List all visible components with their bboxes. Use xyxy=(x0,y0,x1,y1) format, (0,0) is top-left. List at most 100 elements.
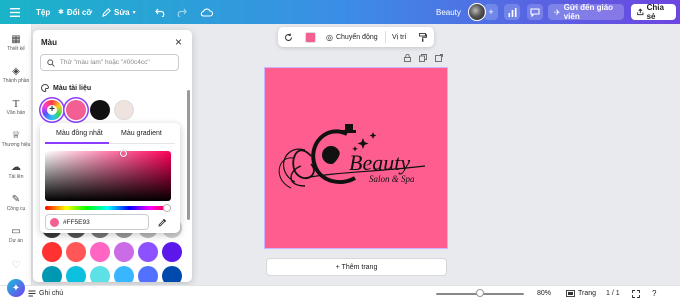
palette-color-swatch[interactable] xyxy=(42,266,62,282)
folder-icon: ▭ xyxy=(11,226,21,237)
saturation-value-area[interactable] xyxy=(45,151,171,201)
sidebar-item-elements[interactable]: ◈ Thành phần xyxy=(0,66,32,85)
redo-icon[interactable] xyxy=(176,0,187,24)
close-icon[interactable]: × xyxy=(175,35,182,49)
layout-icon: ▦ xyxy=(11,34,21,45)
file-menu[interactable]: Tệp xyxy=(36,0,50,24)
lock-icon[interactable] xyxy=(404,53,411,64)
palette-color-swatch[interactable] xyxy=(90,242,110,262)
animate-button[interactable]: ◎ Chuyển động xyxy=(326,27,378,47)
hamburger-icon[interactable] xyxy=(10,0,20,24)
resize-icon: ✱ xyxy=(58,9,64,16)
tools-icon: ✎ xyxy=(11,194,21,205)
apps-icon: ♡ xyxy=(11,260,21,271)
sidebar-item-tools[interactable]: ✎ Công cụ xyxy=(0,194,32,213)
fullscreen-icon[interactable] xyxy=(632,286,640,300)
send-to-teacher-button[interactable]: ✈ Gửi đến giáo viên xyxy=(548,3,624,21)
text-icon: T xyxy=(12,98,20,110)
panel-scrollbar[interactable] xyxy=(187,90,190,220)
palette-color-swatch[interactable] xyxy=(66,242,86,262)
canvas-scrollbar[interactable] xyxy=(668,27,671,297)
send-icon: ✈ xyxy=(554,7,561,17)
sidebar-item-label: Tải lên xyxy=(8,174,24,180)
palette-color-swatch[interactable] xyxy=(114,266,134,282)
top-toolbar: Tệp ✱ Đổi cỡ Sửa ▾ Beauty + ✈ Gửi đến gi… xyxy=(0,0,680,24)
comments-button[interactable] xyxy=(527,4,543,20)
zoom-percent[interactable]: 80% xyxy=(537,286,551,300)
tab-solid-color[interactable]: Màu đồng nhất xyxy=(56,130,103,137)
pages-icon xyxy=(566,290,575,297)
sidebar-item-projects[interactable]: ▭ Dự án xyxy=(0,226,32,245)
eyedropper-icon[interactable] xyxy=(154,214,171,230)
cloud-icon[interactable] xyxy=(200,0,213,24)
element-toolbar: ◎ Chuyển động Vị trí xyxy=(278,27,434,47)
bar-chart-icon xyxy=(508,7,516,17)
sidebar-item-label: Văn bản xyxy=(6,110,26,116)
toolbar-divider xyxy=(385,31,386,43)
comment-icon xyxy=(530,7,540,17)
design-title[interactable]: Beauty xyxy=(436,0,461,24)
hue-handle[interactable] xyxy=(163,204,171,212)
undo-icon[interactable] xyxy=(155,0,166,24)
duplicate-page-icon[interactable] xyxy=(419,54,427,64)
hex-input[interactable] xyxy=(63,218,133,226)
add-page-button[interactable]: + Thêm trang xyxy=(266,258,447,276)
doc-colors-heading: Màu tài liệu xyxy=(41,84,91,92)
sidebar-item-label: Thiết kế xyxy=(7,46,25,52)
share-button[interactable]: Chia sẻ xyxy=(631,3,676,21)
position-button[interactable]: Vị trí xyxy=(392,27,406,47)
plus-icon: + xyxy=(49,104,55,115)
resize-label: Đổi cỡ xyxy=(66,7,93,17)
elements-icon: ◈ xyxy=(12,66,20,77)
pages-button[interactable]: Trang xyxy=(566,286,596,300)
doc-color-swatch[interactable] xyxy=(114,100,134,120)
resize-button[interactable]: ✱ Đổi cỡ xyxy=(58,0,92,24)
palette-color-swatch[interactable] xyxy=(114,242,134,262)
add-color-button[interactable]: + xyxy=(42,100,62,120)
sidebar-item-label: Thương hiệu xyxy=(1,142,31,148)
palette-color-swatch[interactable] xyxy=(162,242,182,262)
notes-button[interactable]: Ghi chú xyxy=(28,286,63,300)
fill-color-button[interactable] xyxy=(305,27,316,47)
zoom-handle[interactable] xyxy=(476,289,484,297)
help-icon[interactable]: ? xyxy=(652,286,656,300)
color-search[interactable] xyxy=(40,54,179,71)
share-label: Chia sẻ xyxy=(646,3,664,21)
palette-color-swatch[interactable] xyxy=(42,242,62,262)
doc-color-swatch[interactable] xyxy=(90,100,110,120)
beauty-logo[interactable]: Beauty Salon & Spa xyxy=(265,68,447,248)
sidebar-item-brand[interactable]: ♕ Thương hiệu xyxy=(0,130,32,149)
design-page[interactable]: Beauty Salon & Spa xyxy=(265,68,447,248)
palette-color-swatch[interactable] xyxy=(138,266,158,282)
palette-color-swatch[interactable] xyxy=(162,266,182,282)
sidebar-item-label: Dự án xyxy=(9,238,23,244)
page-count: 1 / 1 xyxy=(606,290,620,297)
search-input[interactable] xyxy=(59,59,178,66)
panel-title: Màu xyxy=(41,38,57,47)
upload-icon: ☁ xyxy=(11,162,21,173)
paint-roller-icon[interactable] xyxy=(419,27,427,47)
magic-assistant-button[interactable]: ✦ xyxy=(7,279,25,297)
palette-color-swatch[interactable] xyxy=(90,266,110,282)
sidebar-item-more[interactable]: ♡ xyxy=(0,260,32,272)
animate-label: Chuyển động xyxy=(335,33,378,41)
doc-color-swatch[interactable] xyxy=(66,100,86,120)
sidebar-item-design[interactable]: ▦ Thiết kế xyxy=(0,34,32,53)
notes-label: Ghi chú xyxy=(39,290,64,297)
sidebar-item-uploads[interactable]: ☁ Tải lên xyxy=(0,162,32,181)
add-collaborator-button[interactable]: + xyxy=(484,4,498,20)
refresh-icon[interactable] xyxy=(284,27,293,47)
tab-gradient[interactable]: Màu gradient xyxy=(121,130,162,137)
insights-button[interactable] xyxy=(504,4,520,20)
palette-color-swatch[interactable] xyxy=(138,242,158,262)
fill-color-swatch xyxy=(305,31,316,43)
hex-color-field[interactable] xyxy=(45,214,149,230)
palette-color-swatch[interactable] xyxy=(66,266,86,282)
hue-slider[interactable] xyxy=(45,206,171,210)
saturation-handle[interactable] xyxy=(120,150,127,157)
sidebar-item-text[interactable]: T Văn bản xyxy=(0,98,32,117)
add-page-icon[interactable] xyxy=(435,54,443,64)
logo-title: Beauty xyxy=(349,150,410,175)
edit-button[interactable]: Sửa ▾ xyxy=(102,0,136,24)
sidebar-item-label: Thành phần xyxy=(2,78,30,84)
